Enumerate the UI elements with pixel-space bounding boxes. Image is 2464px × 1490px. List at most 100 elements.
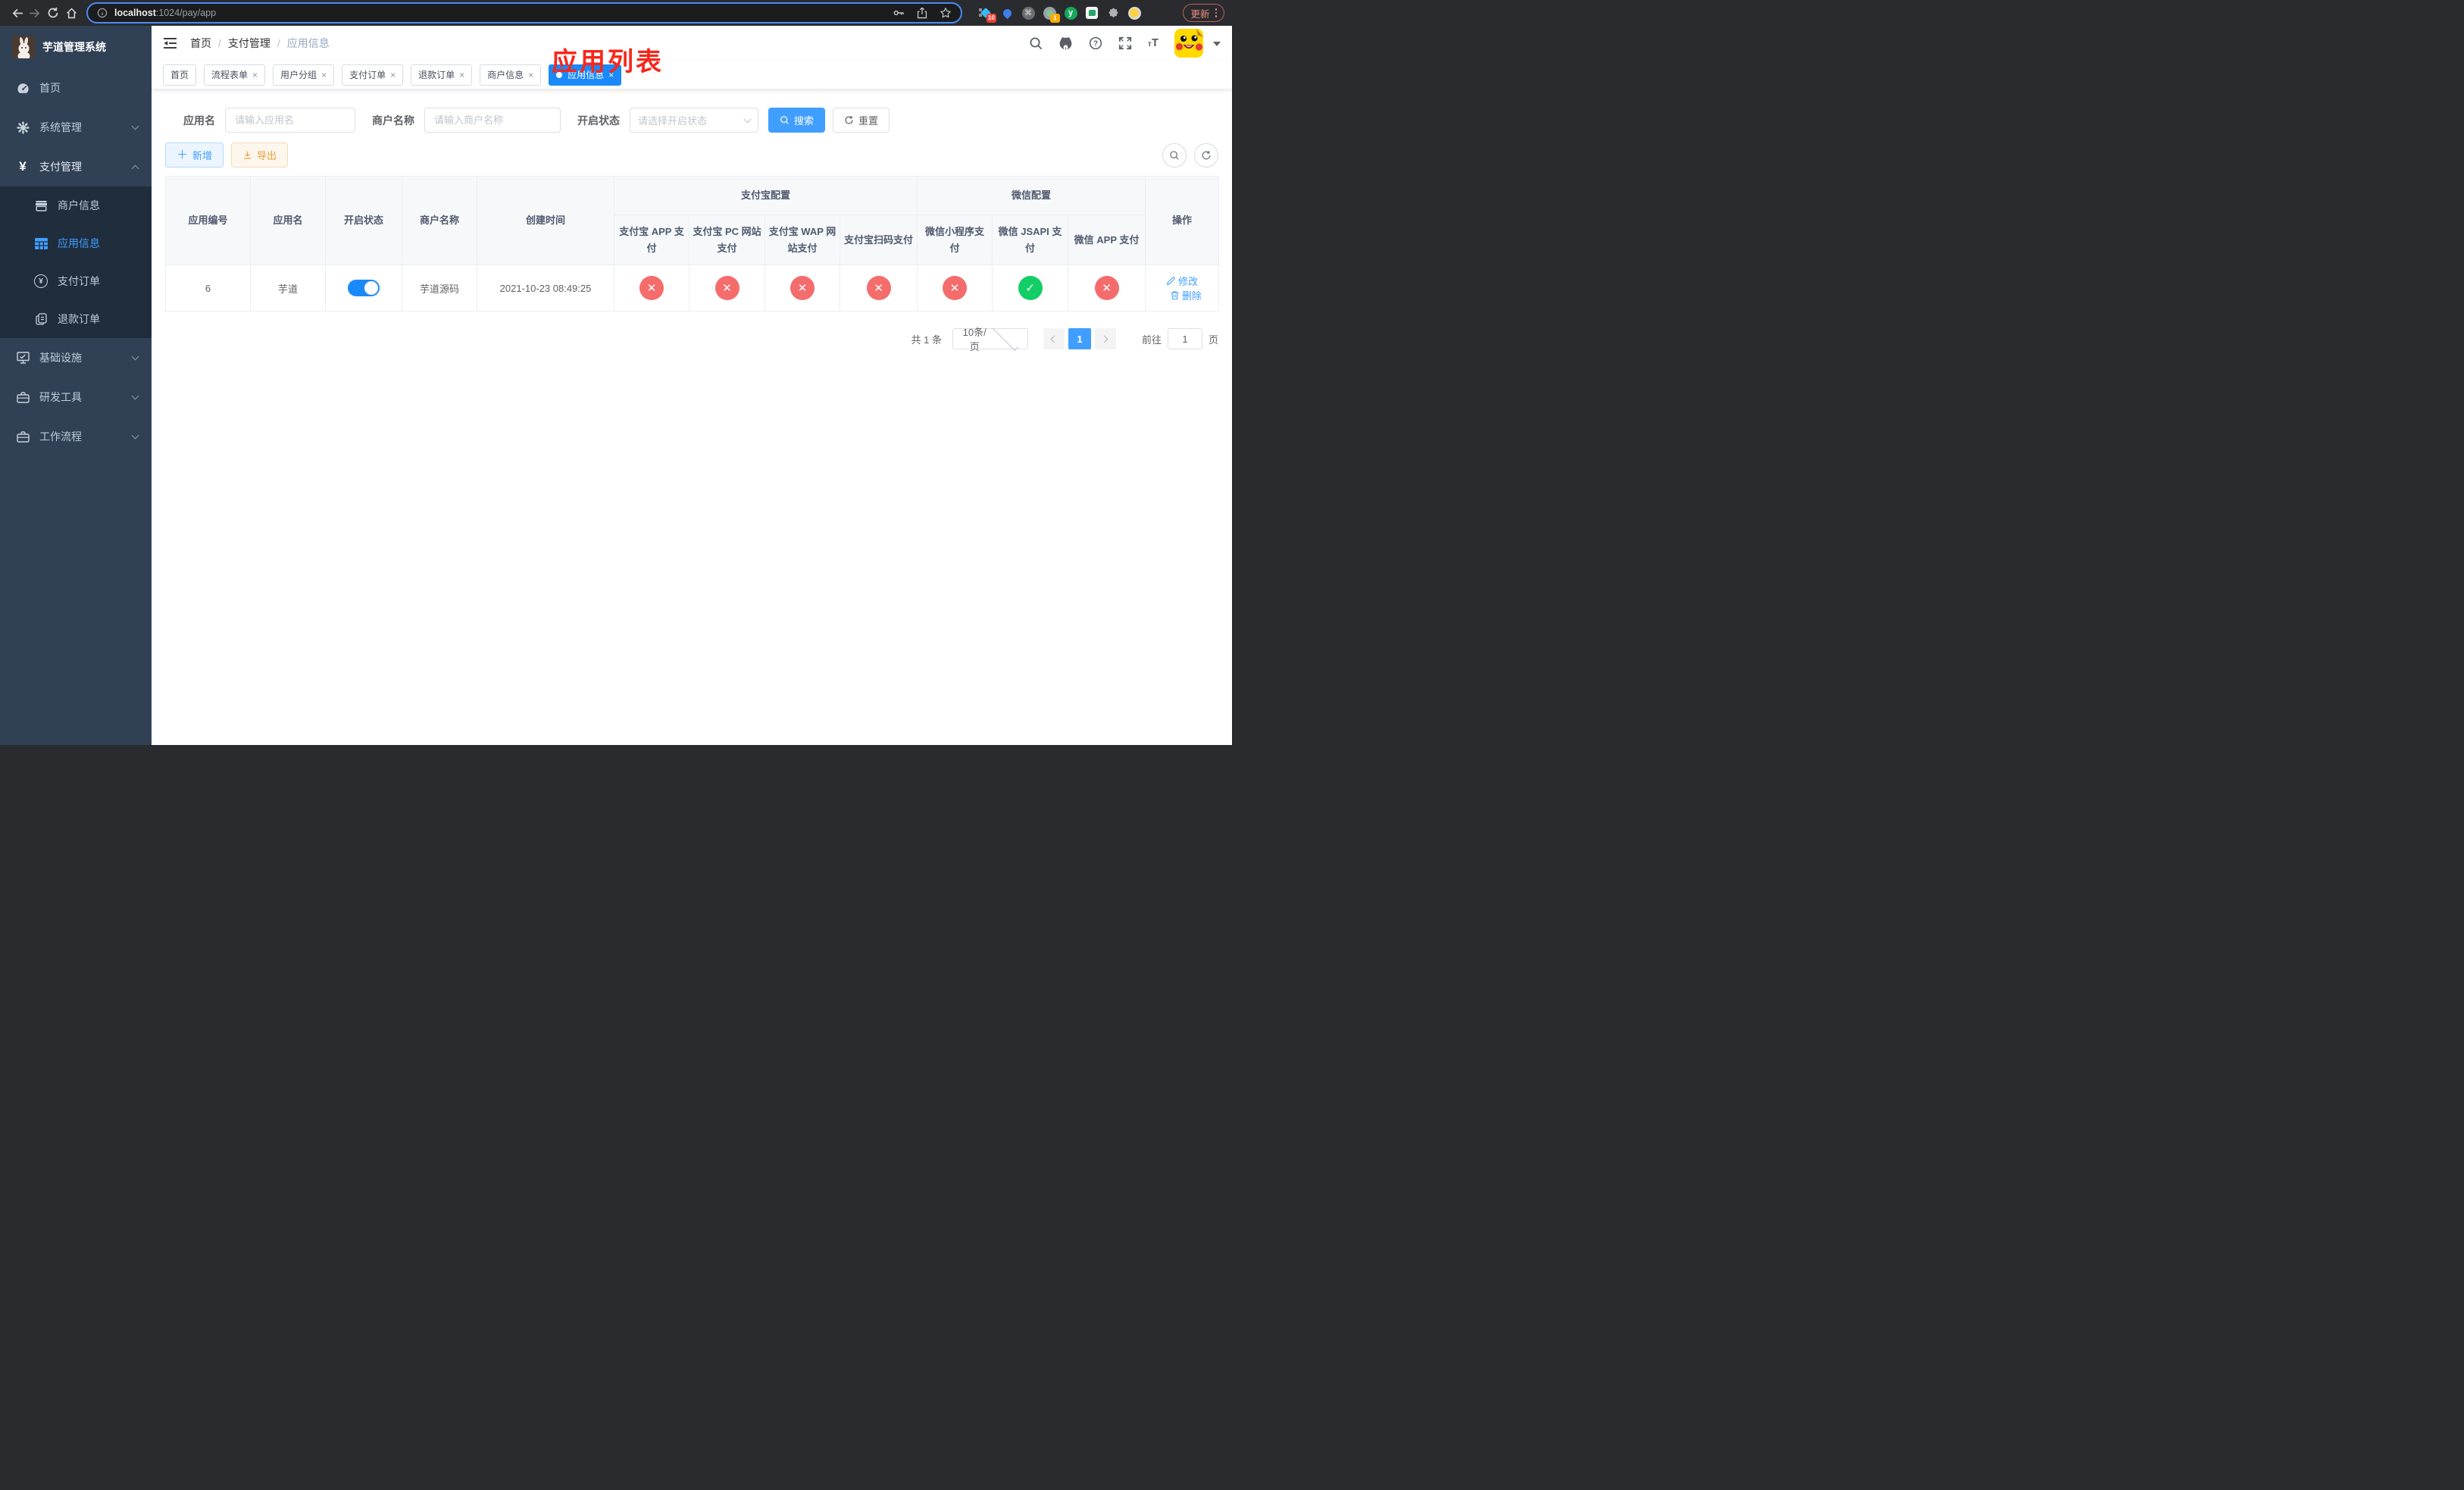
wx-mini-status-icon[interactable]: ✕ <box>943 276 968 300</box>
col-merchant: 商户名称 <box>402 176 477 265</box>
chevron-down-icon <box>743 115 752 123</box>
sidebar-item-workflow[interactable]: 工作流程 <box>0 417 152 456</box>
app-logo <box>12 36 35 58</box>
extension-diamond-icon[interactable]: 10 <box>979 6 996 23</box>
wx-app-status-icon[interactable]: ✕ <box>1094 276 1119 300</box>
sidebar-item-payment[interactable]: ¥ 支付管理 <box>0 147 152 186</box>
col-app-name: 应用名 <box>250 176 326 265</box>
page-size-select[interactable]: 10条/页 <box>952 324 1028 352</box>
page-unit-label: 页 <box>1208 333 1218 346</box>
extension-y-icon[interactable]: y <box>1064 6 1077 20</box>
cell-created: 2021-10-23 08:49:25 <box>477 265 614 311</box>
bookmark-star-icon[interactable] <box>940 7 952 19</box>
sidebar-item-home[interactable]: 首页 <box>0 68 152 108</box>
delete-link[interactable]: 删除 <box>1170 288 1202 302</box>
cell-app-id: 6 <box>165 265 251 311</box>
goto-page-input[interactable] <box>1167 328 1202 349</box>
svg-text:?: ? <box>1093 40 1098 49</box>
prev-page-button[interactable] <box>1043 328 1065 349</box>
tab-process-form[interactable]: 流程表单 × <box>204 64 266 86</box>
font-size-icon[interactable]: тT <box>1148 36 1159 50</box>
status-toggle[interactable] <box>348 280 380 296</box>
extension-pin-icon[interactable] <box>1000 6 1014 20</box>
sidebar-item-app-info[interactable]: 应用信息 <box>0 224 152 262</box>
reset-button[interactable]: 重置 <box>833 108 890 133</box>
sidebar-collapse-icon[interactable] <box>163 37 177 49</box>
alipay-app-status-icon[interactable]: ✕ <box>639 276 664 300</box>
sidebar-item-infrastructure[interactable]: 基础设施 <box>0 338 152 377</box>
avatar-caret-icon[interactable] <box>1213 41 1221 50</box>
tab-home[interactable]: 首页 <box>163 64 197 86</box>
sidebar-item-refund-order[interactable]: 退款订单 <box>0 300 152 338</box>
extension-recorder-icon[interactable]: 1 <box>1043 6 1060 23</box>
extension-chat-icon[interactable] <box>1085 6 1099 20</box>
next-page-button[interactable] <box>1094 328 1116 349</box>
browser-forward-icon[interactable] <box>26 4 44 22</box>
password-key-icon[interactable] <box>893 7 905 19</box>
close-icon[interactable]: × <box>608 70 614 80</box>
browser-home-icon[interactable] <box>62 4 80 22</box>
col-app-id: 应用编号 <box>165 176 251 265</box>
tab-refund-order[interactable]: 退款订单 × <box>411 64 473 86</box>
close-icon[interactable]: × <box>321 70 327 80</box>
sidebar-item-system[interactable]: 系统管理 <box>0 108 152 147</box>
status-select[interactable]: 请选择开启状态 <box>630 108 758 133</box>
app-name-input[interactable] <box>225 108 355 133</box>
tab-app-info[interactable]: 应用信息 × <box>549 64 622 86</box>
user-avatar[interactable] <box>1174 29 1203 58</box>
share-icon[interactable] <box>917 7 927 19</box>
extension-badge: 1 <box>1050 14 1060 23</box>
browser-reload-icon[interactable] <box>44 4 62 22</box>
profile-avatar-icon[interactable] <box>1127 6 1141 20</box>
sidebar-item-merchant-info[interactable]: 商户信息 <box>0 186 152 224</box>
github-icon[interactable] <box>1058 36 1073 50</box>
wx-jsapi-status-icon[interactable]: ✓ <box>1018 276 1043 300</box>
add-button[interactable]: ＋ 新增 <box>165 142 224 167</box>
breadcrumb: 首页 / 支付管理 / 应用信息 <box>190 36 330 51</box>
tab-merchant-info[interactable]: 商户信息 × <box>480 64 542 86</box>
site-info-icon[interactable] <box>97 8 108 18</box>
app-logo-row[interactable]: 芋道管理系统 <box>0 26 152 68</box>
address-bar[interactable]: localhost:1024/pay/app <box>86 2 962 23</box>
breadcrumb-home[interactable]: 首页 <box>190 36 211 51</box>
alipay-qr-status-icon[interactable]: ✕ <box>866 276 891 300</box>
breadcrumb-payment[interactable]: 支付管理 <box>228 36 270 51</box>
sidebar-item-pay-order[interactable]: ¥ 支付订单 <box>0 262 152 300</box>
help-icon[interactable]: ? <box>1089 36 1102 50</box>
header-search-icon[interactable] <box>1029 36 1043 50</box>
goto-label: 前往 <box>1141 333 1162 346</box>
tab-pay-order[interactable]: 支付订单 × <box>342 64 404 86</box>
col-created: 创建时间 <box>477 176 614 265</box>
chevron-down-icon <box>131 431 139 440</box>
extension-command-icon[interactable]: ⌘ <box>1021 6 1035 20</box>
storefront-icon <box>33 200 48 211</box>
col-actions: 操作 <box>1145 176 1220 265</box>
browser-update-menu-button[interactable]: 更新 <box>1183 4 1224 22</box>
export-button[interactable]: 导出 <box>231 142 289 167</box>
monitor-check-icon <box>15 352 30 364</box>
merchant-name-input[interactable] <box>424 108 561 133</box>
chevron-down-icon <box>131 392 139 400</box>
toggle-search-button[interactable] <box>1162 142 1187 167</box>
edit-link[interactable]: 修改 <box>1166 274 1198 288</box>
tab-user-group[interactable]: 用户分组 × <box>273 64 335 86</box>
pencil-icon <box>1166 277 1175 286</box>
chevron-down-icon <box>131 122 139 130</box>
sidebar-item-dev-tools[interactable]: 研发工具 <box>0 377 152 417</box>
search-button[interactable]: 搜索 <box>768 108 826 133</box>
close-icon[interactable]: × <box>252 70 258 80</box>
alipay-wap-status-icon[interactable]: ✕ <box>790 276 815 300</box>
browser-back-icon[interactable] <box>8 4 26 22</box>
page-number-1[interactable]: 1 <box>1068 328 1091 349</box>
refresh-table-button[interactable] <box>1194 142 1218 167</box>
page-content: 应用名 商户名称 开启状态 请选择开启状态 搜索 重置 <box>152 108 1232 352</box>
fullscreen-icon[interactable] <box>1118 36 1132 50</box>
yen-icon: ¥ <box>19 159 27 174</box>
table-row: 6 芋道 芋道源码 2021-10-23 08:49:25 ✕ ✕ ✕ ✕ ✕ … <box>165 265 1220 311</box>
gear-icon <box>15 121 30 134</box>
close-icon[interactable]: × <box>459 70 464 80</box>
alipay-pc-status-icon[interactable]: ✕ <box>714 276 740 300</box>
close-icon[interactable]: × <box>528 70 533 80</box>
close-icon[interactable]: × <box>390 70 396 80</box>
extensions-puzzle-icon[interactable] <box>1106 6 1120 20</box>
